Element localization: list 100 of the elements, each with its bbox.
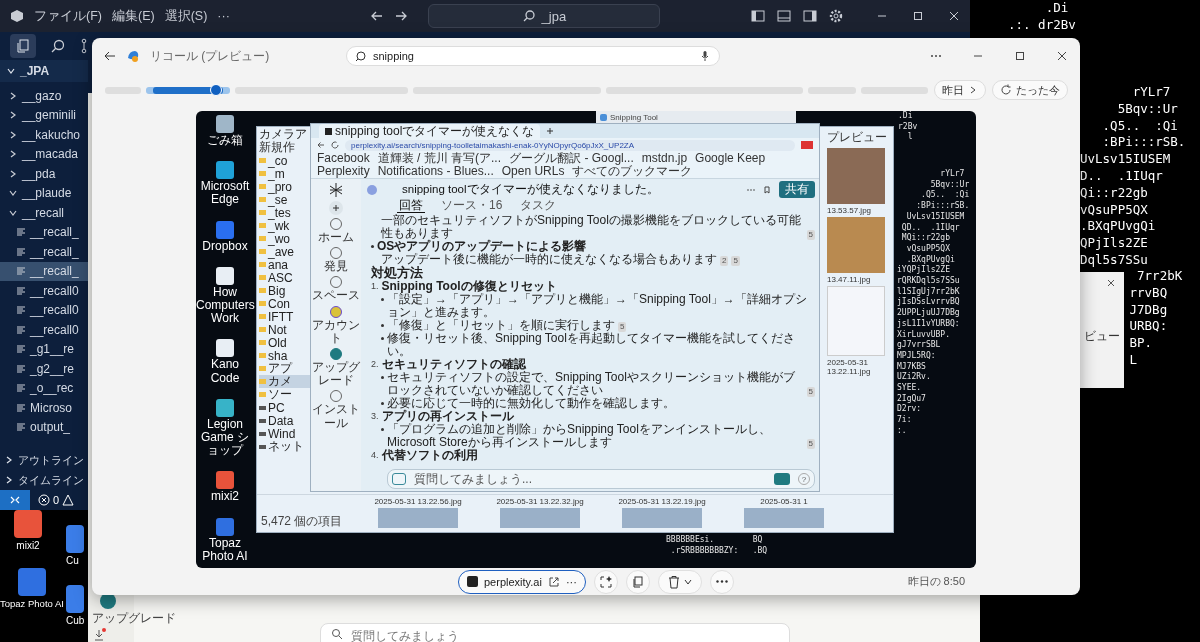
close-icon[interactable] <box>1106 278 1116 288</box>
tree-item[interactable]: __recall_ <box>0 222 88 242</box>
maximize-icon[interactable] <box>912 10 924 22</box>
folder-item[interactable]: カメ <box>259 375 311 388</box>
citation-link[interactable]: 5 <box>806 230 815 240</box>
bookmark-item[interactable]: グーグル翻訳 - Googl... <box>509 152 634 165</box>
folder-item[interactable]: IFTT <box>259 310 311 323</box>
new-tab-icon[interactable] <box>546 127 555 135</box>
bookmark-item[interactable]: Open URLs <box>501 165 565 178</box>
sidebar-toggle-icon[interactable] <box>802 8 818 24</box>
download-icon[interactable] <box>92 628 106 642</box>
share-button[interactable]: 共有 <box>779 181 815 198</box>
timeline-handle[interactable] <box>209 84 222 96</box>
folder-item[interactable]: Old <box>259 336 311 349</box>
tree-item[interactable]: _g2__re <box>0 359 88 379</box>
bookmark-item[interactable]: すべてのブックマーク <box>572 165 693 178</box>
nav-label[interactable]: アカウント <box>311 318 361 345</box>
source-link-button[interactable]: perplexity.ai ··· <box>458 569 586 594</box>
nav-label[interactable]: スペース <box>311 289 361 303</box>
folder-item[interactable]: _pro <box>259 180 311 193</box>
bookmark-item[interactable]: mstdn.jp <box>641 152 688 165</box>
menu-item[interactable]: 編集(E) <box>111 7 155 25</box>
tree-item[interactable]: __recall0 <box>0 320 88 340</box>
settings-icon[interactable] <box>828 8 844 24</box>
tree-item[interactable]: __recall <box>0 203 88 223</box>
folder-item[interactable]: _tes <box>259 206 311 219</box>
previous-day-button[interactable]: 昨日 <box>934 80 986 100</box>
back-arrow-icon[interactable] <box>369 9 384 23</box>
crop-button[interactable] <box>593 569 618 594</box>
nav-icon[interactable] <box>330 347 342 360</box>
answer-tab[interactable]: タスク <box>518 199 559 213</box>
answer-tab[interactable]: ソース・16 <box>439 199 505 213</box>
more-button[interactable]: ··· <box>565 575 577 588</box>
nav-label[interactable]: アップグレード <box>311 360 361 388</box>
forward-arrow-icon[interactable] <box>393 9 408 23</box>
panel-header[interactable]: タイムライン <box>0 470 88 490</box>
now-button[interactable]: たった今 <box>992 80 1068 100</box>
new-thread-button[interactable] <box>329 201 343 215</box>
folder-header[interactable]: _JPA <box>0 60 88 82</box>
nav-label[interactable]: 発見 <box>311 260 361 274</box>
drive-item[interactable]: Wind <box>259 427 311 440</box>
tree-item[interactable]: __kakucho <box>0 125 88 145</box>
bookmark-item[interactable]: 道輝装 / 荒川 青写(ア... <box>377 152 502 165</box>
citation-link[interactable]: 2 <box>720 256 729 266</box>
folder-item[interactable]: ASC <box>259 271 311 284</box>
folder-item[interactable]: _wo <box>259 232 311 245</box>
close-icon[interactable] <box>1056 50 1068 62</box>
tree-item[interactable]: __pda <box>0 164 88 184</box>
maximize-icon[interactable] <box>1014 50 1026 62</box>
question-input[interactable]: 質問してみましょう... ? <box>387 469 815 489</box>
tree-item[interactable]: _g1__re <box>0 339 88 359</box>
explorer-tab[interactable] <box>10 34 36 58</box>
folder-item[interactable]: Big <box>259 284 311 297</box>
nav-icon[interactable] <box>330 305 342 318</box>
search-icon[interactable] <box>50 38 66 54</box>
bookmark-icon[interactable] <box>763 185 771 194</box>
folder-item[interactable]: _se <box>259 193 311 206</box>
tree-item[interactable]: __macada <box>0 144 88 164</box>
folder-item[interactable]: ana <box>259 258 311 271</box>
bookmark-item[interactable]: Perplexity <box>317 165 370 178</box>
app-icon[interactable] <box>216 266 234 285</box>
tree-item[interactable]: output_ <box>0 417 88 437</box>
drive-item[interactable]: Data <box>259 414 311 427</box>
folder-item[interactable]: _m <box>259 167 311 180</box>
drive-item[interactable]: ネット <box>259 440 311 453</box>
folder-item[interactable]: Con <box>259 297 311 310</box>
bookmark-item[interactable]: Google Keep <box>695 152 766 165</box>
bookmark-item[interactable]: Notifications - Blues... <box>377 165 494 178</box>
tree-item[interactable]: __gazo <box>0 86 88 106</box>
sidebar-toggle-icon[interactable] <box>750 8 766 24</box>
more-button[interactable] <box>709 569 734 594</box>
folder-item[interactable]: Not <box>259 323 311 336</box>
app-icon[interactable] <box>216 161 234 180</box>
folder-item[interactable]: アプ <box>259 362 311 375</box>
preview-button[interactable]: プレビュー <box>827 129 891 146</box>
address-bar[interactable]: perplexity.ai/search/snipping-toolletaimakashi-enak-0YyNOpyrQo6pJxX_UP2ZA <box>345 139 795 151</box>
tree-item[interactable]: __recall0 <box>0 281 88 301</box>
nav-label[interactable]: インストール <box>311 403 361 430</box>
folder-item[interactable]: _ave <box>259 245 311 258</box>
copy-button[interactable] <box>625 569 650 594</box>
panel-header[interactable]: アウトライン <box>0 450 88 470</box>
back-arrow-icon[interactable] <box>317 141 325 149</box>
folder-item[interactable]: sha <box>259 349 311 362</box>
delete-button[interactable] <box>657 569 702 594</box>
browser-tab[interactable]: snipping toolでタイマーが使えなくな <box>319 124 541 138</box>
tree-item[interactable]: __plaude <box>0 183 88 203</box>
citation-link[interactable]: 5 <box>806 387 815 397</box>
microphone-icon[interactable] <box>699 50 711 62</box>
bookmark-item[interactable]: Facebook <box>317 152 370 165</box>
panel-toggle-icon[interactable] <box>776 8 792 24</box>
drive-item[interactable]: PC <box>259 401 311 414</box>
tree-item[interactable]: __recall0 <box>0 300 88 320</box>
timeline-segment[interactable] <box>145 86 231 94</box>
voice-mode-button[interactable] <box>774 473 790 485</box>
back-arrow-icon[interactable] <box>104 50 116 62</box>
tree-item[interactable]: Microso <box>0 398 88 418</box>
tree-item[interactable]: _o__rec <box>0 378 88 398</box>
app-icon[interactable] <box>216 398 234 417</box>
search-field[interactable]: snipping <box>346 46 720 66</box>
tree-item[interactable]: __geminili <box>0 105 88 125</box>
